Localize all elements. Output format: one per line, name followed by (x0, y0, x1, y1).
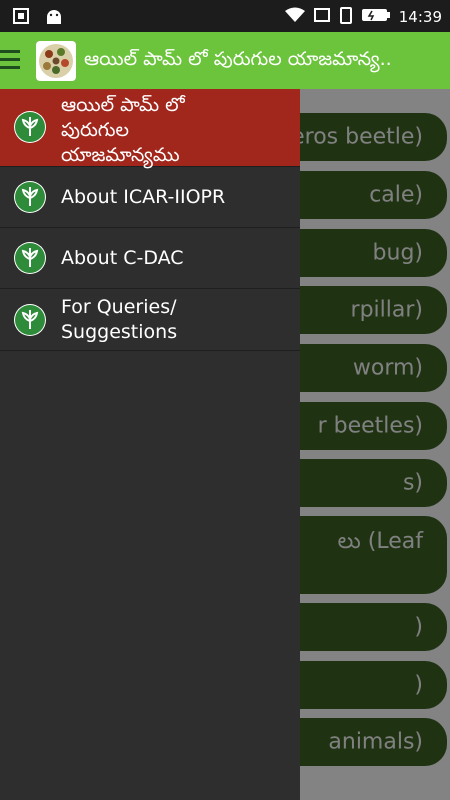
leaf-icon (14, 304, 46, 336)
app-title: ఆయిల్ పామ్ లో పురుగుల యాజమాన్య.. (84, 48, 392, 70)
app-bar: ఆయిల్ పామ్ లో పురుగుల యాజమాన్య.. (0, 32, 450, 89)
leaf-icon (14, 242, 46, 274)
drawer-item-about-cdac[interactable]: About C-DAC (0, 228, 300, 289)
drawer-item-label-line: ఆయిల్ పామ్ లో (61, 94, 185, 116)
wifi-icon (284, 7, 305, 27)
navigation-drawer: ఆయిల్ పామ్ లో పురుగుల యాజమాన్యము About I… (0, 89, 300, 800)
drawer-item-label-line: పురుగుల (61, 119, 129, 141)
drawer-item-queries[interactable]: For Queries/ Suggestions (0, 289, 300, 351)
battery-saver-icon (339, 6, 353, 28)
android-icon (44, 7, 64, 29)
drawer-item-label-line: For Queries/ (61, 296, 177, 318)
clock: 14:39 (398, 8, 442, 26)
hamburger-icon[interactable] (0, 50, 22, 72)
drawer-item-label-line: Suggestions (61, 321, 178, 343)
drawer-item-label-line: యాజమాన్యము (61, 144, 180, 166)
screenshot-icon (12, 7, 30, 29)
drawer-item-label: About C-DAC (61, 247, 184, 269)
leaf-icon (14, 111, 46, 143)
leaf-icon (14, 181, 46, 213)
drawer-item-pest-management[interactable]: ఆయిల్ పామ్ లో పురుగుల యాజమాన్యము (0, 89, 300, 167)
drawer-item-label: About ICAR-IIOPR (61, 186, 226, 208)
status-bar: 14:39 (0, 0, 450, 32)
battery-icon (361, 8, 391, 26)
app-logo (36, 41, 76, 81)
drawer-item-about-icar[interactable]: About ICAR-IIOPR (0, 167, 300, 228)
screen-cast-icon (313, 7, 331, 27)
